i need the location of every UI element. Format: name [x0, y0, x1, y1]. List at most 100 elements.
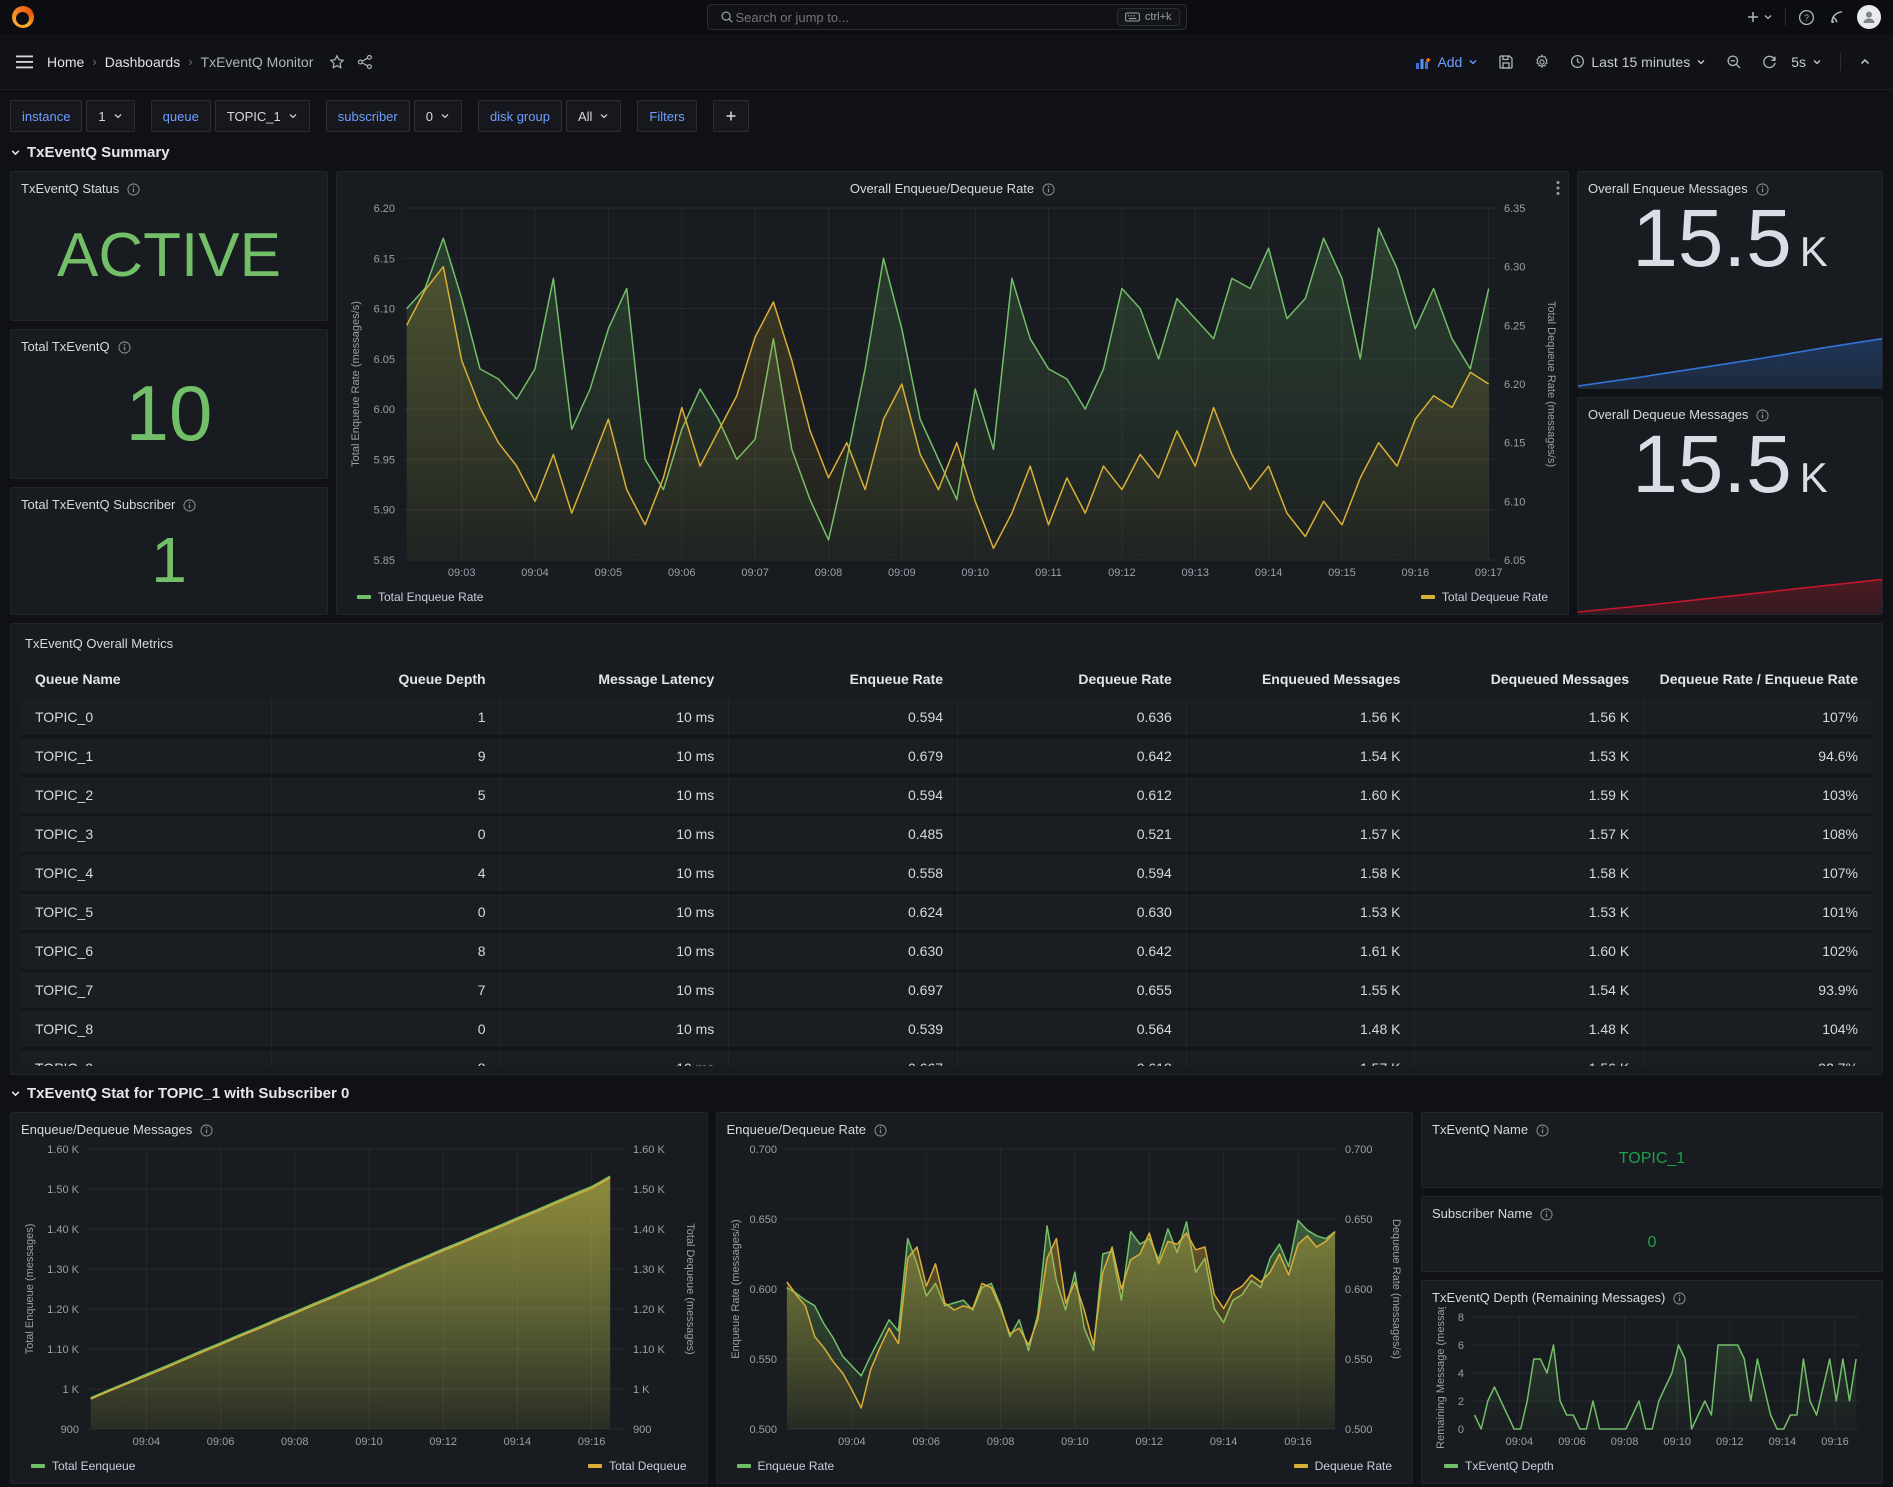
overall-rate-chart[interactable]: 09:0309:0409:0509:0609:0709:0809:0909:10…	[347, 198, 1558, 584]
svg-text:0.650: 0.650	[749, 1214, 777, 1226]
chart-legend: TxEventQ Depth	[1432, 1453, 1872, 1475]
table-header-cell[interactable]: Dequeued Messages	[1414, 663, 1643, 699]
variable-value-picker[interactable]: All	[566, 100, 621, 132]
info-icon[interactable]	[874, 1124, 887, 1137]
refresh-interval-picker[interactable]: 5s	[1789, 46, 1830, 78]
table-cell: 93.9%	[1643, 972, 1872, 1011]
variable-label[interactable]: disk group	[478, 100, 562, 132]
table-row[interactable]: TOPIC_5010 ms0.6240.6301.53 K1.53 K101%	[21, 894, 1872, 933]
messages-chart[interactable]: 09:0409:0609:0809:1009:1209:1409:169001 …	[21, 1139, 697, 1453]
add-filter-button[interactable]	[713, 100, 749, 132]
table-cell: TOPIC_9	[21, 1050, 271, 1066]
status-value: ACTIVE	[21, 198, 317, 312]
search-icon	[718, 8, 736, 26]
settings-button[interactable]	[1526, 46, 1558, 78]
breadcrumb-home[interactable]: Home	[47, 54, 84, 70]
variable-label[interactable]: queue	[151, 100, 211, 132]
rate-chart[interactable]: 09:0409:0609:0809:1009:1209:1409:160.500…	[727, 1139, 1403, 1453]
table-row[interactable]: TOPIC_7710 ms0.6970.6551.55 K1.54 K93.9%	[21, 972, 1872, 1011]
table-cell: 0.521	[957, 816, 1186, 855]
kebab-icon[interactable]	[1556, 180, 1560, 199]
svg-text:6.30: 6.30	[1504, 262, 1525, 274]
svg-text:1.20 K: 1.20 K	[47, 1304, 79, 1316]
info-icon[interactable]	[127, 183, 140, 196]
svg-text:6.05: 6.05	[374, 354, 395, 366]
grafana-logo[interactable]	[12, 6, 34, 28]
info-icon[interactable]	[118, 341, 131, 354]
svg-text:1 K: 1 K	[62, 1384, 79, 1396]
table-row[interactable]: TOPIC_8010 ms0.5390.5641.48 K1.48 K104%	[21, 1011, 1872, 1050]
legend-item[interactable]: Total Enqueue Rate	[357, 587, 483, 606]
table-cell: 107%	[1643, 855, 1872, 894]
variable-value-picker[interactable]: 0	[414, 100, 462, 132]
menu-icon[interactable]	[14, 53, 35, 71]
table-cell: 10 ms	[500, 933, 729, 972]
legend-item[interactable]: Dequeue Rate	[1294, 1456, 1392, 1475]
table-cell: TOPIC_1	[21, 738, 271, 777]
legend-item[interactable]: TxEventQ Depth	[1444, 1456, 1554, 1475]
table-row[interactable]: TOPIC_6810 ms0.6300.6421.61 K1.60 K102%	[21, 933, 1872, 972]
variable-label[interactable]: instance	[10, 100, 82, 132]
table-cell: 10 ms	[500, 816, 729, 855]
table-cell: 1.54 K	[1186, 738, 1415, 777]
svg-text:Total Enqueue (messages): Total Enqueue (messages)	[24, 1224, 36, 1355]
filters-button[interactable]: Filters	[637, 100, 696, 132]
info-icon[interactable]	[200, 1124, 213, 1137]
table-row[interactable]: TOPIC_9810 ms0.6670.6181.57 K1.56 K92.7%	[21, 1050, 1872, 1066]
info-icon[interactable]	[1042, 183, 1055, 196]
section-summary[interactable]: TxEventQ Summary	[10, 144, 170, 161]
variable-value-picker[interactable]: 1	[86, 100, 134, 132]
panel-title: Overall Enqueue/Dequeue Rate	[850, 180, 1034, 198]
panel-title: Enqueue/Dequeue Rate	[727, 1121, 867, 1139]
info-icon[interactable]	[1536, 1124, 1549, 1137]
info-icon[interactable]	[1673, 1292, 1686, 1305]
time-range-picker[interactable]: Last 15 minutes	[1562, 46, 1714, 78]
metrics-table-wrap[interactable]: Queue NameQueue DepthMessage LatencyEnqu…	[21, 663, 1872, 1066]
search-input[interactable]	[736, 10, 1117, 25]
help-button[interactable]: ?	[1796, 7, 1817, 28]
table-row[interactable]: TOPIC_4410 ms0.5580.5941.58 K1.58 K107%	[21, 855, 1872, 894]
template-variables-row: instance1 queueTOPIC_1 subscriber0 disk gro…	[10, 100, 1883, 132]
collapse-icon[interactable]	[1851, 46, 1879, 78]
legend-item[interactable]: Total Dequeue Rate	[1421, 587, 1548, 606]
new-button[interactable]	[1744, 8, 1775, 26]
table-header-cell[interactable]: Enqueued Messages	[1186, 663, 1415, 699]
share-icon[interactable]	[355, 52, 375, 72]
table-row[interactable]: TOPIC_3010 ms0.4850.5211.57 K1.57 K108%	[21, 816, 1872, 855]
table-row[interactable]: TOPIC_1910 ms0.6790.6421.54 K1.53 K94.6%	[21, 738, 1872, 777]
table-row[interactable]: TOPIC_2510 ms0.5940.6121.60 K1.59 K103%	[21, 777, 1872, 816]
table-header-cell[interactable]: Dequeue Rate	[957, 663, 1186, 699]
info-icon[interactable]	[1540, 1208, 1553, 1221]
table-row[interactable]: TOPIC_0110 ms0.5940.6361.56 K1.56 K107%	[21, 699, 1872, 738]
avatar[interactable]	[1857, 5, 1881, 29]
svg-text:09:06: 09:06	[1558, 1436, 1586, 1448]
add-button[interactable]: Add	[1407, 46, 1486, 78]
legend-item[interactable]: Total Eenqueue	[31, 1456, 135, 1475]
table-cell: 10 ms	[500, 1011, 729, 1050]
save-button[interactable]	[1490, 46, 1522, 78]
svg-text:?: ?	[1804, 12, 1809, 22]
news-button[interactable]	[1827, 7, 1847, 27]
variable-label[interactable]: subscriber	[326, 100, 410, 132]
breadcrumb-current[interactable]: TxEventQ Monitor	[201, 54, 314, 70]
table-header-cell[interactable]: Queue Name	[21, 663, 271, 699]
legend-item[interactable]: Enqueue Rate	[737, 1456, 835, 1475]
svg-text:1.20 K: 1.20 K	[633, 1304, 665, 1316]
info-icon[interactable]	[183, 499, 196, 512]
search-box[interactable]: ctrl+k	[707, 4, 1187, 30]
zoom-out-button[interactable]	[1718, 46, 1750, 78]
table-header-cell[interactable]: Message Latency	[500, 663, 729, 699]
variable-value-picker[interactable]: TOPIC_1	[215, 100, 310, 132]
svg-text:09:05: 09:05	[595, 567, 623, 579]
legend-item[interactable]: Total Dequeue	[588, 1456, 686, 1475]
breadcrumb-dashboards[interactable]: Dashboards	[105, 54, 181, 70]
table-cell: TOPIC_0	[21, 699, 271, 738]
table-cell: 92.7%	[1643, 1050, 1872, 1066]
refresh-button[interactable]	[1754, 46, 1785, 78]
star-icon[interactable]	[327, 52, 347, 72]
section-topic-stat[interactable]: TxEventQ Stat for TOPIC_1 with Subscribe…	[10, 1085, 349, 1102]
table-header-cell[interactable]: Queue Depth	[271, 663, 500, 699]
table-header-cell[interactable]: Dequeue Rate / Enqueue Rate	[1643, 663, 1872, 699]
table-header-cell[interactable]: Enqueue Rate	[728, 663, 957, 699]
depth-chart[interactable]: 09:0409:0609:0809:1009:1209:1409:1602468…	[1432, 1307, 1872, 1453]
